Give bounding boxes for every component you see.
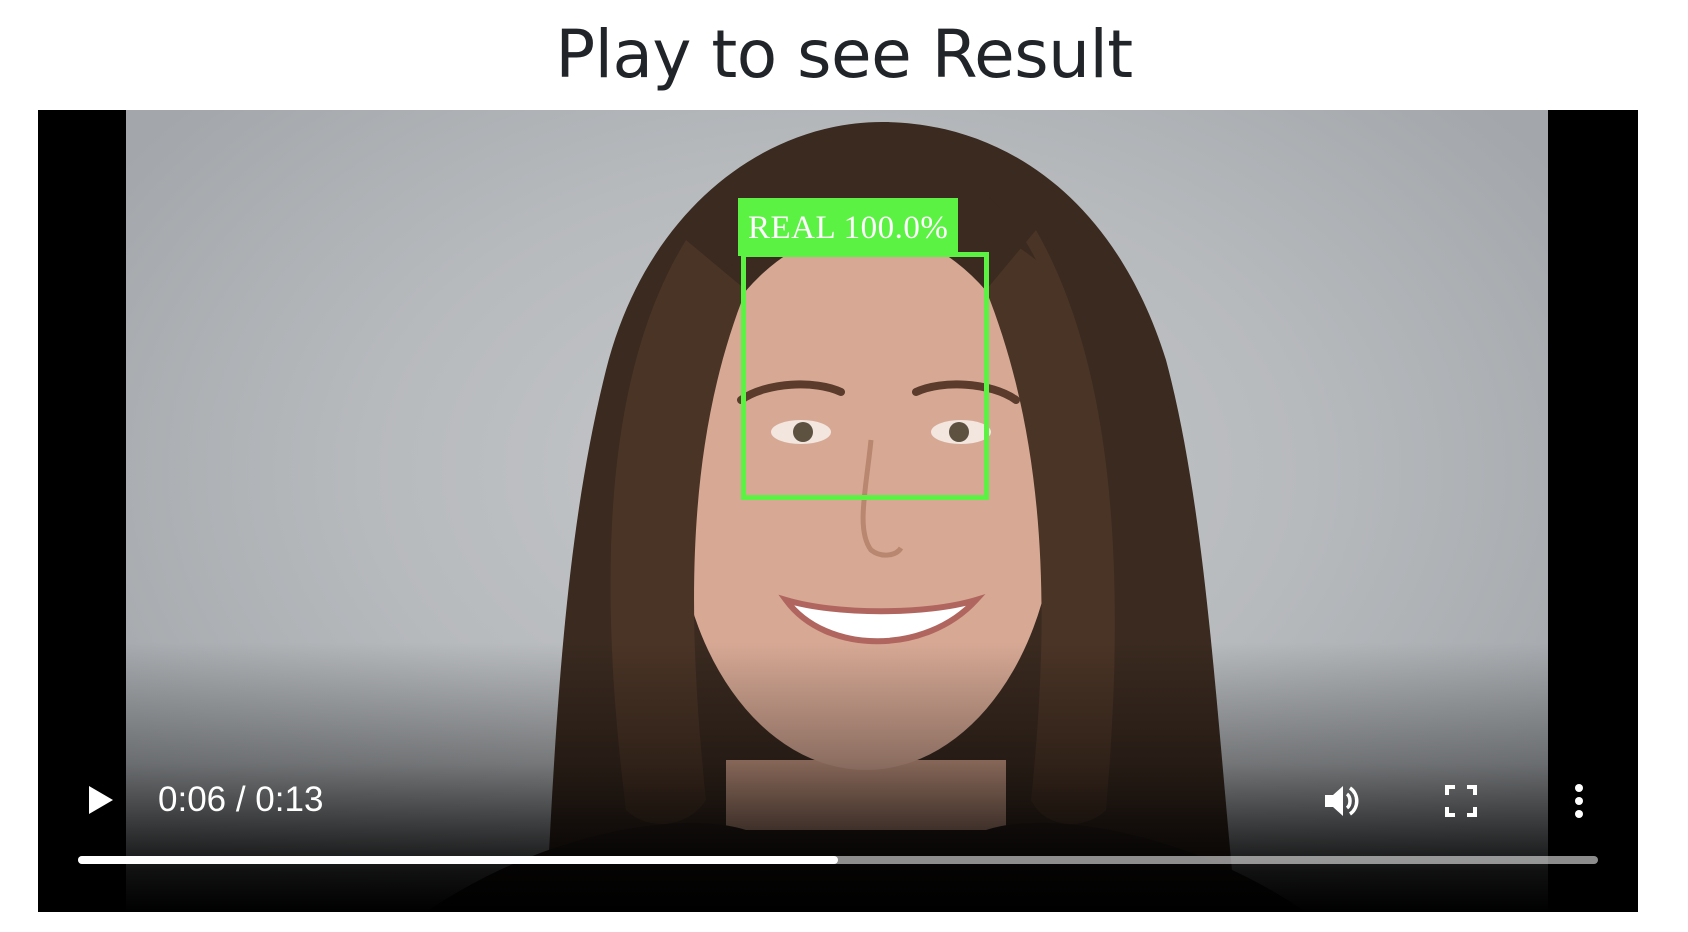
fullscreen-button[interactable]: [1438, 778, 1484, 824]
volume-icon: [1325, 786, 1359, 816]
play-button[interactable]: [80, 780, 120, 820]
video-player[interactable]: REAL 100.0% 0:06 / 0:13: [38, 110, 1638, 912]
play-icon: [89, 786, 113, 814]
video-controls: 0:06 / 0:13: [38, 712, 1638, 912]
progress-bar[interactable]: [78, 856, 1598, 864]
face-detection-box: [741, 252, 989, 500]
fullscreen-icon: [1445, 785, 1477, 817]
page: Play to see Result REAL 100.0% 0:06 / 0:…: [0, 0, 1688, 932]
time-display: 0:06 / 0:13: [158, 780, 324, 819]
progress-fill: [78, 856, 838, 864]
volume-button[interactable]: [1318, 778, 1364, 824]
more-options-button[interactable]: [1556, 778, 1602, 824]
detection-label: REAL 100.0%: [738, 198, 959, 256]
more-vertical-icon: [1575, 784, 1583, 818]
page-title: Play to see Result: [555, 16, 1133, 93]
